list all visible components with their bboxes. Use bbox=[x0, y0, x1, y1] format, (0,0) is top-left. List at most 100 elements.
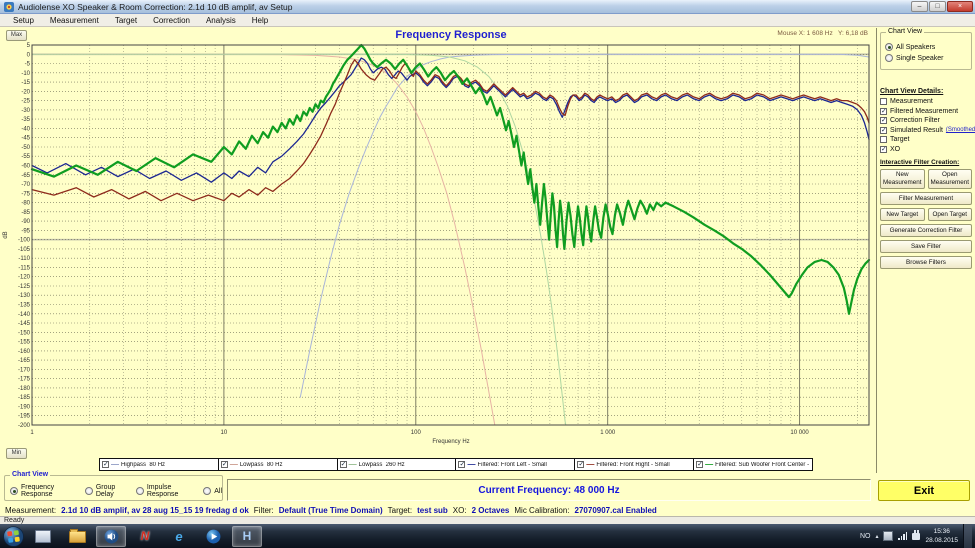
svg-text:-195: -195 bbox=[18, 414, 31, 420]
close-button[interactable]: × bbox=[947, 1, 973, 12]
svg-text:-95: -95 bbox=[21, 228, 30, 234]
svg-text:dB: dB bbox=[3, 231, 9, 238]
radio-group-delay[interactable]: Group Delay bbox=[84, 484, 129, 498]
menu-analysis[interactable]: Analysis bbox=[198, 16, 244, 25]
radio-all[interactable]: All bbox=[203, 487, 222, 495]
svg-text:-75: -75 bbox=[21, 191, 30, 197]
new-target-button[interactable]: New Target bbox=[880, 207, 925, 221]
disk-tray-icon[interactable] bbox=[883, 531, 894, 541]
svg-text:-115: -115 bbox=[18, 265, 30, 271]
svg-text:5: 5 bbox=[27, 43, 31, 49]
mouse-coordinates-readout: Mouse X: 1 608 Hz Y: 6,18 dB bbox=[777, 30, 868, 37]
filter-measurement-button[interactable]: Filter Measurement bbox=[880, 191, 972, 205]
network-tray-icon[interactable] bbox=[898, 532, 908, 540]
taskbar-item-window[interactable] bbox=[28, 526, 58, 547]
menu-measurement[interactable]: Measurement bbox=[42, 16, 107, 25]
legend-item-lowpass-80[interactable]: ✓ — Lowpass 80 Hz bbox=[217, 458, 338, 471]
taskbar-item-media-player[interactable] bbox=[198, 526, 228, 547]
checkbox-simulated-result[interactable]: ✓ Simulated Result (Smoothed) bbox=[880, 126, 975, 134]
taskbar-item-n-app[interactable]: N bbox=[130, 526, 160, 547]
exit-button[interactable]: Exit bbox=[878, 480, 970, 501]
language-indicator[interactable]: NO bbox=[860, 533, 871, 540]
legend-item-lowpass-260[interactable]: ✓ — Lowpass 260 Hz bbox=[336, 458, 457, 471]
legend-item-filtered-front-right[interactable]: ✓ — Filtered: Front Right - Small bbox=[574, 458, 695, 471]
window-icon bbox=[35, 529, 51, 543]
checkbox-correction-filter[interactable]: ✓ Correction Filter bbox=[880, 117, 972, 124]
legend-checkbox[interactable]: ✓ bbox=[339, 461, 347, 468]
power-tray-icon[interactable] bbox=[912, 529, 921, 540]
svg-text:1: 1 bbox=[30, 430, 34, 436]
radio-dot[interactable] bbox=[885, 54, 893, 62]
checkbox-xo[interactable]: ✓ XO bbox=[880, 145, 972, 153]
legend-item-filtered-front-left[interactable]: ✓ — Filtered: Front Left - Small bbox=[455, 458, 576, 471]
checkbox-filtered-measurement[interactable]: ✓ Filtered Measurement bbox=[880, 107, 972, 115]
taskbar: N e H NO ▴ 15:36 28.08.2015 bbox=[0, 524, 975, 548]
checkbox-measurement[interactable]: Measurement bbox=[880, 98, 972, 105]
taskbar-item-audiolense[interactable] bbox=[96, 525, 126, 547]
frequency-response-plot[interactable]: 5 0 -5 -10 -15 -20 -25 -30 -35 -40 -45 -50 -55 -60 -65… bbox=[0, 28, 875, 455]
maximize-button[interactable]: □ bbox=[929, 1, 946, 12]
legend-checkbox[interactable]: ✓ bbox=[696, 461, 704, 468]
svg-text:-20: -20 bbox=[21, 89, 30, 95]
svg-text:-5: -5 bbox=[25, 62, 31, 68]
radio-dot[interactable] bbox=[885, 43, 893, 51]
h-app-icon: H bbox=[242, 529, 252, 543]
chart-legend: ✓ — Highpass 80 Hz ✓ — Lowpass 80 Hz ✓ —… bbox=[99, 458, 813, 471]
taskbar-item-internet-explorer[interactable]: e bbox=[164, 526, 194, 547]
n-app-icon: N bbox=[140, 529, 150, 543]
svg-text:-160: -160 bbox=[18, 349, 31, 355]
chart-view-groupbox: Chart View All Speakers Single Speaker bbox=[880, 28, 972, 70]
open-target-button[interactable]: Open Target bbox=[927, 207, 972, 221]
show-desktop-button[interactable] bbox=[963, 524, 972, 548]
generate-correction-filter-button[interactable]: Generate Correction Filter bbox=[880, 223, 972, 237]
taskbar-item-explorer[interactable] bbox=[62, 526, 92, 547]
svg-text:-105: -105 bbox=[18, 247, 31, 253]
app-icon bbox=[4, 1, 14, 12]
audiolense-window: Audiolense XO Speaker & Room Correction:… bbox=[0, 0, 975, 548]
svg-text:-200: -200 bbox=[18, 423, 31, 429]
radio-single-speaker[interactable]: Single Speaker bbox=[885, 54, 967, 62]
menu-help[interactable]: Help bbox=[244, 16, 276, 25]
svg-text:-90: -90 bbox=[21, 219, 30, 225]
legend-checkbox[interactable]: ✓ bbox=[577, 461, 585, 468]
open-measurement-button[interactable]: Open Measurement bbox=[927, 168, 972, 189]
radio-impulse-response[interactable]: Impulse Response bbox=[135, 484, 196, 498]
max-button[interactable]: Max bbox=[6, 30, 27, 41]
clock-date: 28.08.2015 bbox=[925, 537, 958, 544]
browse-filters-button[interactable]: Browse Filters bbox=[880, 255, 972, 269]
svg-text:-65: -65 bbox=[21, 173, 30, 179]
svg-text:-175: -175 bbox=[18, 377, 31, 383]
svg-text:-30: -30 bbox=[21, 108, 30, 114]
legend-item-filtered-subwoofer[interactable]: ✓ — Filtered: Sub Woofer Front Center - … bbox=[693, 458, 813, 471]
legend-checkbox[interactable]: ✓ bbox=[458, 461, 466, 468]
svg-text:10 000: 10 000 bbox=[790, 430, 809, 436]
system-tray: NO ▴ 15:36 28.08.2015 bbox=[860, 524, 975, 548]
svg-text:10: 10 bbox=[221, 430, 228, 436]
min-button[interactable]: Min bbox=[6, 448, 27, 459]
radio-frequency-response[interactable]: Frequency Response bbox=[10, 484, 78, 498]
hidden-icons-arrow[interactable]: ▴ bbox=[875, 533, 878, 540]
legend-checkbox[interactable]: ✓ bbox=[102, 461, 109, 468]
radio-all-speakers[interactable]: All Speakers bbox=[885, 43, 967, 51]
svg-text:-100: -100 bbox=[18, 238, 31, 244]
save-filter-button[interactable]: Save Filter bbox=[880, 239, 972, 253]
svg-text:-15: -15 bbox=[21, 80, 30, 86]
smoothed-link[interactable]: (Smoothed) bbox=[946, 127, 975, 133]
legend-color-dash: — bbox=[586, 459, 595, 469]
legend-item-highpass-80[interactable]: ✓ — Highpass 80 Hz bbox=[99, 458, 219, 471]
minimize-button[interactable]: – bbox=[911, 1, 928, 12]
svg-text:-185: -185 bbox=[18, 395, 31, 401]
start-button[interactable] bbox=[3, 525, 24, 547]
speaker-icon bbox=[104, 529, 118, 543]
menu-correction[interactable]: Correction bbox=[145, 16, 198, 25]
svg-text:-85: -85 bbox=[21, 210, 30, 216]
menu-setup[interactable]: Setup bbox=[5, 16, 42, 25]
legend-checkbox[interactable]: ✓ bbox=[220, 461, 228, 468]
taskbar-clock[interactable]: 15:36 28.08.2015 bbox=[925, 527, 958, 546]
taskbar-item-h-app[interactable]: H bbox=[232, 525, 262, 547]
menu-bar: Setup Measurement Target Correction Anal… bbox=[0, 14, 975, 27]
checkbox-target[interactable]: Target bbox=[880, 136, 972, 143]
svg-text:-45: -45 bbox=[21, 136, 30, 142]
menu-target[interactable]: Target bbox=[107, 16, 145, 25]
new-measurement-button[interactable]: New Measurement bbox=[880, 168, 925, 189]
